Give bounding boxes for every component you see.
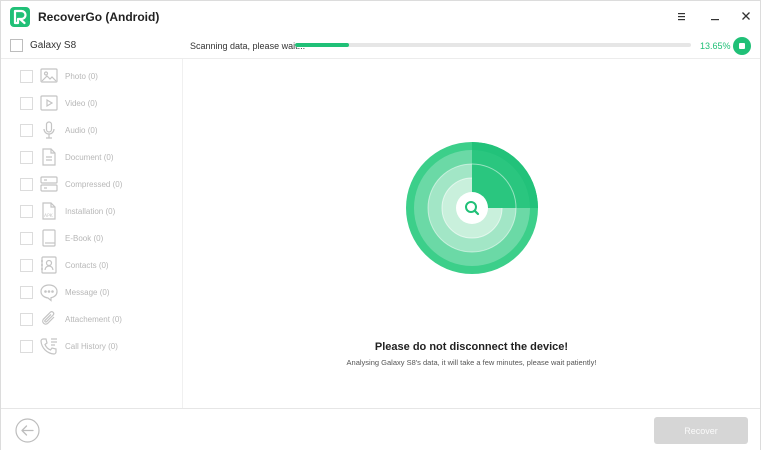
category-label: Attachement (0) — [65, 315, 122, 324]
title-bar: RecoverGo (Android) — [1, 1, 760, 32]
scan-progress-fill — [295, 43, 350, 47]
category-checkbox[interactable] — [20, 70, 33, 83]
back-button[interactable] — [15, 418, 40, 443]
category-sidebar: Photo (0) Video (0) Audio (0) Document (… — [1, 59, 183, 408]
category-checkbox[interactable] — [20, 232, 33, 245]
category-item-compressed[interactable]: Compressed (0) — [1, 174, 183, 196]
main-title: Please do not disconnect the device! — [374, 341, 569, 353]
category-item-contacts[interactable]: Contacts (0) — [1, 255, 183, 277]
category-item-document[interactable]: Document (0) — [1, 147, 183, 169]
video-icon — [39, 93, 59, 113]
archive-icon — [39, 174, 59, 194]
photo-icon — [39, 66, 59, 86]
device-name: Galaxy S8 — [30, 40, 77, 51]
scan-radar-animation — [405, 141, 539, 275]
svg-text:APK: APK — [44, 213, 54, 219]
back-arrow-icon — [15, 418, 40, 443]
category-checkbox[interactable] — [20, 286, 33, 299]
menu-icon — [678, 12, 685, 20]
footer-bar: Recover — [1, 408, 760, 450]
category-checkbox[interactable] — [20, 124, 33, 137]
message-icon — [39, 282, 59, 302]
app-logo-icon — [10, 7, 30, 27]
category-checkbox[interactable] — [20, 340, 33, 353]
stop-icon — [739, 43, 745, 49]
app-window: RecoverGo (Android) Galaxy S8 Scanning d… — [0, 0, 761, 450]
category-checkbox[interactable] — [20, 259, 33, 272]
document-icon — [39, 147, 59, 167]
category-label: Message (0) — [65, 288, 110, 297]
category-label: Video (0) — [65, 99, 98, 108]
attachment-icon — [39, 309, 59, 329]
apk-icon: APK — [39, 201, 59, 221]
contacts-icon — [39, 255, 59, 275]
category-checkbox[interactable] — [20, 313, 33, 326]
scan-progress-bar — [295, 43, 691, 47]
device-checkbox[interactable] — [10, 39, 23, 52]
category-label: Compressed (0) — [65, 180, 123, 189]
category-checkbox[interactable] — [20, 97, 33, 110]
category-label: E-Book (0) — [65, 234, 104, 243]
category-checkbox[interactable] — [20, 205, 33, 218]
ebook-icon — [39, 228, 59, 248]
close-button[interactable] — [735, 6, 757, 26]
category-item-attachment[interactable]: Attachement (0) — [1, 309, 183, 331]
scan-status-text: Scanning data, please wait... — [190, 41, 306, 51]
minimize-icon — [711, 19, 719, 21]
scan-progress-percent: 13.65% — [700, 41, 731, 51]
app-title: RecoverGo (Android) — [38, 10, 160, 24]
category-item-ebook[interactable]: E-Book (0) — [1, 228, 183, 250]
microphone-icon — [39, 120, 59, 140]
category-label: Installation (0) — [65, 207, 116, 216]
category-item-audio[interactable]: Audio (0) — [1, 120, 183, 142]
minimize-button[interactable] — [704, 6, 726, 26]
close-icon — [742, 12, 750, 20]
recover-button[interactable]: Recover — [654, 417, 748, 444]
category-label: Call History (0) — [65, 342, 118, 351]
category-checkbox[interactable] — [20, 151, 33, 164]
call-history-icon — [39, 336, 59, 356]
device-bar: Galaxy S8 Scanning data, please wait... … — [1, 32, 760, 59]
main-subtitle: Analysing Galaxy S8's data, it will take… — [346, 358, 597, 367]
category-item-message[interactable]: Message (0) — [1, 282, 183, 304]
category-label: Photo (0) — [65, 72, 98, 81]
category-label: Document (0) — [65, 153, 114, 162]
search-icon — [465, 201, 480, 216]
menu-button[interactable] — [671, 6, 693, 26]
category-item-call-history[interactable]: Call History (0) — [1, 336, 183, 358]
category-item-video[interactable]: Video (0) — [1, 93, 183, 115]
category-label: Audio (0) — [65, 126, 98, 135]
category-item-installation[interactable]: APK Installation (0) — [1, 201, 183, 223]
category-checkbox[interactable] — [20, 178, 33, 191]
category-label: Contacts (0) — [65, 261, 109, 270]
stop-scan-button[interactable] — [733, 37, 751, 55]
category-item-photo[interactable]: Photo (0) — [1, 66, 183, 88]
